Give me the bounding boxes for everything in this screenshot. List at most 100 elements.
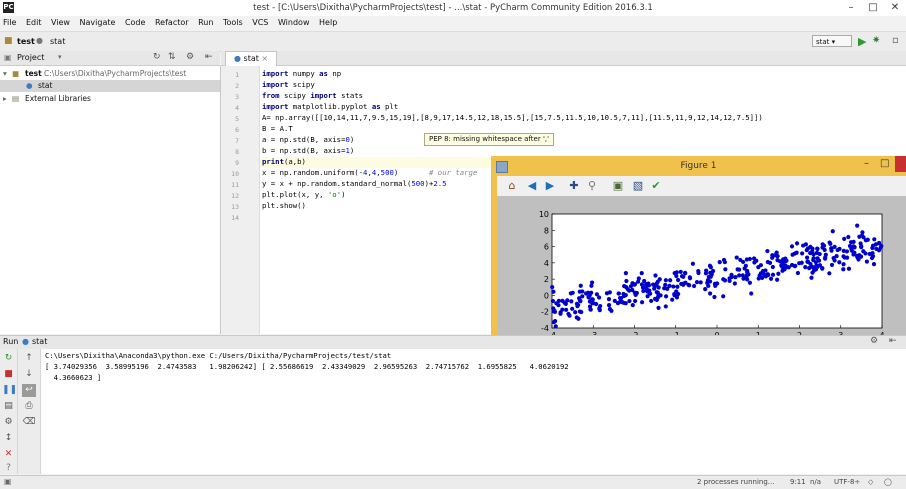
- run-icon[interactable]: ▶: [858, 35, 866, 48]
- subplots-icon[interactable]: ▣: [611, 179, 625, 193]
- data-point: [801, 243, 806, 248]
- background-tasks-status[interactable]: 2 processes running...: [697, 478, 774, 486]
- gear-icon[interactable]: ⚙: [870, 336, 878, 346]
- minimize-icon[interactable]: –: [864, 158, 869, 169]
- data-point: [622, 284, 627, 289]
- status-bar: ▣ 2 processes running... 9:11 n/a UTF-8÷…: [0, 475, 906, 489]
- save-icon[interactable]: ▧: [631, 179, 645, 193]
- help-icon[interactable]: ?: [2, 462, 15, 475]
- menu-edit[interactable]: Edit: [26, 16, 42, 30]
- back-icon[interactable]: ◀: [525, 179, 539, 193]
- project-header-label[interactable]: Project: [17, 53, 44, 62]
- arrow-down-icon[interactable]: ↓: [22, 368, 36, 381]
- data-point: [553, 324, 558, 329]
- file-encoding[interactable]: UTF-8÷: [834, 478, 860, 486]
- menu-run[interactable]: Run: [198, 16, 213, 30]
- git-icon[interactable]: ◯: [884, 478, 892, 486]
- data-point: [575, 304, 580, 309]
- sync-icon[interactable]: ↻: [153, 52, 161, 62]
- gear-icon[interactable]: ⚙: [186, 52, 194, 62]
- breadcrumb-file[interactable]: stat: [50, 37, 65, 46]
- data-point: [586, 294, 591, 299]
- menu-help[interactable]: Help: [319, 16, 337, 30]
- close-icon[interactable]: ✕: [884, 0, 906, 16]
- run-config-label: stat: [816, 38, 830, 46]
- data-point: [743, 263, 748, 268]
- zoom-icon[interactable]: ⚲: [585, 179, 599, 193]
- hide-panel-icon[interactable]: ⇤: [205, 52, 213, 62]
- home-icon[interactable]: ⌂: [505, 179, 519, 193]
- project-root-path: C:\Users\Dixitha\PycharmProjects\test: [44, 69, 187, 78]
- close-icon[interactable]: ×: [261, 54, 268, 63]
- data-point: [645, 294, 650, 299]
- print-icon[interactable]: ⎙: [22, 400, 36, 413]
- data-point: [832, 258, 837, 263]
- code-line: from scipy import stats: [262, 91, 364, 100]
- tree-row-external-libraries[interactable]: ▸ ▤ External Libraries: [0, 93, 220, 105]
- menu-file[interactable]: File: [3, 16, 16, 30]
- figure-window[interactable]: Figure 1 – □ ⌂ ◀ ▶ ✚ ⚲ ▣ ▧ ✔ -4-3-2-1012…: [491, 156, 906, 360]
- arrow-up-icon[interactable]: ↑: [22, 352, 36, 365]
- code-line: x = np.random.uniform(-4,4,500) # our ta…: [262, 168, 478, 177]
- pin-icon[interactable]: ↕: [2, 432, 15, 445]
- pan-icon[interactable]: ✚: [567, 179, 581, 193]
- breadcrumb-project[interactable]: test: [17, 37, 35, 46]
- y-tick-label: -4: [541, 324, 549, 333]
- hide-panel-icon[interactable]: ⇤: [889, 336, 897, 346]
- menu-navigate[interactable]: Navigate: [80, 16, 116, 30]
- menu-code[interactable]: Code: [125, 16, 145, 30]
- maximize-icon[interactable]: □: [880, 158, 889, 169]
- tree-row-file[interactable]: ● stat: [0, 80, 220, 92]
- data-point: [676, 277, 681, 283]
- rerun-icon[interactable]: ↻: [2, 352, 15, 365]
- chevron-right-icon[interactable]: ▸: [3, 93, 7, 105]
- run-console-output[interactable]: C:\Users\Dixitha\Anaconda3\python.exe C:…: [41, 349, 906, 474]
- restore-layout-icon[interactable]: ▤: [2, 400, 15, 413]
- forward-icon[interactable]: ▶: [543, 179, 557, 193]
- run-label: Run: [3, 337, 19, 346]
- y-tick-label: 6: [544, 243, 549, 252]
- menu-tools[interactable]: Tools: [223, 16, 243, 30]
- check-icon[interactable]: ✔: [649, 179, 663, 193]
- menu-vcs[interactable]: VCS: [252, 16, 268, 30]
- line-separator[interactable]: n/a: [810, 478, 821, 486]
- collapse-icon[interactable]: ⇅: [168, 52, 176, 62]
- settings-icon[interactable]: ⚙: [2, 416, 15, 429]
- lock-icon[interactable]: ◇: [868, 478, 873, 486]
- menu-window[interactable]: Window: [278, 16, 310, 30]
- data-point: [841, 248, 846, 253]
- caret-position[interactable]: 9:11: [790, 478, 806, 486]
- minimize-icon[interactable]: –: [840, 0, 862, 16]
- editor-tab-stat[interactable]: ● stat ×: [225, 51, 278, 66]
- data-point: [706, 274, 711, 280]
- data-point: [649, 298, 654, 304]
- close-icon[interactable]: ✕: [2, 448, 15, 461]
- chevron-down-icon[interactable]: ▾: [58, 53, 62, 61]
- tree-row-project-root[interactable]: ▾ ■ test C:\Users\Dixitha\PycharmProject…: [0, 68, 220, 80]
- data-point: [863, 251, 868, 256]
- stop-icon[interactable]: ■: [2, 368, 15, 381]
- chevron-down-icon[interactable]: ▾: [3, 68, 7, 80]
- menu-refactor[interactable]: Refactor: [155, 16, 189, 30]
- data-point: [703, 287, 708, 292]
- data-point: [859, 233, 865, 238]
- data-point: [566, 311, 571, 317]
- line-number: 12: [231, 192, 239, 200]
- menu-view[interactable]: View: [51, 16, 70, 30]
- data-point: [653, 273, 658, 278]
- close-icon[interactable]: [895, 156, 906, 172]
- data-point: [775, 277, 780, 282]
- trash-icon[interactable]: ⌫: [22, 416, 36, 429]
- run-configuration-select[interactable]: stat ▾: [812, 35, 852, 47]
- pause-icon[interactable]: ❚❚: [2, 384, 17, 397]
- data-point: [869, 255, 875, 261]
- run-tab-label[interactable]: stat: [32, 337, 47, 346]
- line-number: 10: [231, 170, 239, 178]
- data-point: [792, 264, 797, 269]
- tool-windows-icon[interactable]: ▣: [4, 477, 12, 486]
- debug-icon[interactable]: ✷: [872, 35, 880, 46]
- coverage-icon[interactable]: ▫: [892, 35, 899, 46]
- soft-wrap-icon[interactable]: ↩: [22, 384, 36, 397]
- maximize-icon[interactable]: □: [862, 0, 884, 16]
- data-point: [623, 301, 628, 306]
